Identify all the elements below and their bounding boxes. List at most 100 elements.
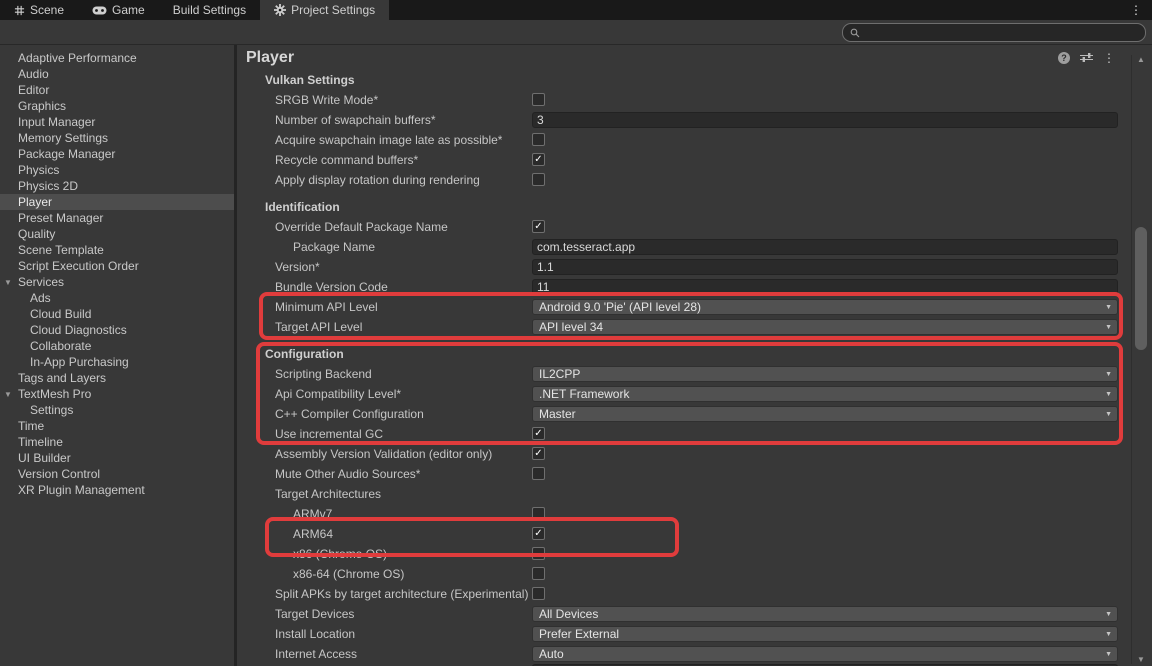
dropdown-c-compiler-configuration[interactable]: Master▼ <box>532 406 1118 422</box>
player-settings-panel: Player ?⋮ Vulkan SettingsSRGB Write Mode… <box>237 45 1152 666</box>
dropdown-value: API level 34 <box>539 320 603 334</box>
sidebar-item-ads[interactable]: Ads <box>0 290 234 306</box>
dropdown-value: Master <box>539 407 576 421</box>
checkbox-use-incremental-gc[interactable]: ✓ <box>532 427 545 440</box>
sidebar-item-xr-plugin-management[interactable]: XR Plugin Management <box>0 482 234 498</box>
scrollbar[interactable]: ▲ ▼ <box>1131 55 1150 664</box>
text-field-version[interactable]: 1.1 <box>532 259 1118 275</box>
row-label: Target Devices <box>275 607 354 621</box>
sidebar-item-label: Time <box>18 419 44 433</box>
sidebar-item-time[interactable]: Time <box>0 418 234 434</box>
row-label: SRGB Write Mode* <box>275 93 378 107</box>
help-icon[interactable]: ? <box>1058 52 1070 64</box>
tab-build-settings[interactable]: Build Settings <box>159 0 260 20</box>
sidebar-item-label: XR Plugin Management <box>18 483 145 497</box>
sidebar-item-audio[interactable]: Audio <box>0 66 234 82</box>
sidebar-item-services[interactable]: ▼Services <box>0 274 234 290</box>
checkbox-split-apks-by-target-architecture-experimental[interactable] <box>532 587 545 600</box>
sidebar-item-version-control[interactable]: Version Control <box>0 466 234 482</box>
sidebar-item-cloud-build[interactable]: Cloud Build <box>0 306 234 322</box>
settings-row-acquire-swapchain-image-late-as-possible: Acquire swapchain image late as possible… <box>237 130 1130 150</box>
row-label: x86-64 (Chrome OS) <box>293 567 404 581</box>
dropdown-value: Android 9.0 'Pie' (API level 28) <box>539 300 701 314</box>
text-field-bundle-version-code[interactable]: 11 <box>532 279 1118 295</box>
sidebar-item-player[interactable]: Player <box>0 194 234 210</box>
checkbox-arm64[interactable]: ✓ <box>532 527 545 540</box>
tab-game[interactable]: Game <box>78 0 159 20</box>
dropdown-value: .NET Framework <box>539 387 629 401</box>
sidebar-item-ui-builder[interactable]: UI Builder <box>0 450 234 466</box>
sidebar-item-timeline[interactable]: Timeline <box>0 434 234 450</box>
presets-icon[interactable] <box>1080 52 1093 63</box>
dropdown-install-location[interactable]: Prefer External▼ <box>532 626 1118 642</box>
text-field-package-name[interactable]: com.tesseract.app <box>532 239 1118 255</box>
foldout-icon[interactable]: ▼ <box>4 275 12 291</box>
checkbox-x86-64-chrome-os[interactable] <box>532 567 545 580</box>
checkbox-acquire-swapchain-image-late-as-possible[interactable] <box>532 133 545 146</box>
sidebar-item-scene-template[interactable]: Scene Template <box>0 242 234 258</box>
window-menu-icon[interactable]: ⋮ <box>1130 2 1142 18</box>
foldout-icon[interactable]: ▼ <box>4 387 12 403</box>
settings-row-assembly-version-validation-editor-only: Assembly Version Validation (editor only… <box>237 444 1130 464</box>
checkbox-assembly-version-validation-editor-only[interactable]: ✓ <box>532 447 545 460</box>
checkbox-apply-display-rotation-during-rendering[interactable] <box>532 173 545 186</box>
settings-row-override-default-package-name: Override Default Package Name✓ <box>237 217 1130 237</box>
dropdown-scripting-backend[interactable]: IL2CPP▼ <box>532 366 1118 382</box>
checkbox-srgb-write-mode[interactable] <box>532 93 545 106</box>
search-input[interactable] <box>864 26 1138 40</box>
sidebar-item-script-execution-order[interactable]: Script Execution Order <box>0 258 234 274</box>
settings-rows: Vulkan SettingsSRGB Write Mode*Number of… <box>237 70 1130 666</box>
text-field-number-of-swapchain-buffers[interactable]: 3 <box>532 112 1118 128</box>
sidebar-item-label: Adaptive Performance <box>18 51 137 65</box>
row-label: Version* <box>275 260 320 274</box>
checkbox-override-default-package-name[interactable]: ✓ <box>532 220 545 233</box>
settings-row-target-architectures: Target Architectures <box>237 484 1130 504</box>
sidebar-item-physics[interactable]: Physics <box>0 162 234 178</box>
scroll-up-icon[interactable]: ▲ <box>1132 55 1150 64</box>
settings-sidebar: Adaptive PerformanceAudioEditorGraphicsI… <box>0 45 237 666</box>
sidebar-item-memory-settings[interactable]: Memory Settings <box>0 130 234 146</box>
row-label: Target API Level <box>275 320 362 334</box>
sidebar-item-preset-manager[interactable]: Preset Manager <box>0 210 234 226</box>
search-box[interactable] <box>842 23 1146 42</box>
search-icon <box>850 28 860 38</box>
checkbox-armv7[interactable] <box>532 507 545 520</box>
checkbox-recycle-command-buffers[interactable]: ✓ <box>532 153 545 166</box>
checkbox-mute-other-audio-sources[interactable] <box>532 467 545 480</box>
sidebar-item-collaborate[interactable]: Collaborate <box>0 338 234 354</box>
tab-scene[interactable]: Scene <box>0 0 78 20</box>
row-label: Number of swapchain buffers* <box>275 113 436 127</box>
sidebar-item-cloud-diagnostics[interactable]: Cloud Diagnostics <box>0 322 234 338</box>
sidebar-item-label: Collaborate <box>30 339 91 353</box>
dropdown-internet-access[interactable]: Auto▼ <box>532 646 1118 662</box>
sidebar-item-adaptive-performance[interactable]: Adaptive Performance <box>0 50 234 66</box>
chevron-down-icon: ▼ <box>1105 391 1112 399</box>
sidebar-item-package-manager[interactable]: Package Manager <box>0 146 234 162</box>
sidebar-item-input-manager[interactable]: Input Manager <box>0 114 234 130</box>
sidebar-item-quality[interactable]: Quality <box>0 226 234 242</box>
sidebar-item-in-app-purchasing[interactable]: In-App Purchasing <box>0 354 234 370</box>
sidebar-item-label: Cloud Build <box>30 307 91 321</box>
scrollbar-thumb[interactable] <box>1135 227 1147 350</box>
dropdown-minimum-api-level[interactable]: Android 9.0 'Pie' (API level 28)▼ <box>532 299 1118 315</box>
row-label: Scripting Backend <box>275 367 372 381</box>
settings-row-x86-64-chrome-os: x86-64 (Chrome OS) <box>237 564 1130 584</box>
sidebar-item-graphics[interactable]: Graphics <box>0 98 234 114</box>
sidebar-item-physics-2d[interactable]: Physics 2D <box>0 178 234 194</box>
dropdown-api-compatibility-level[interactable]: .NET Framework ▼ <box>532 386 1118 402</box>
scroll-down-icon[interactable]: ▼ <box>1132 655 1150 664</box>
tab-project-settings[interactable]: Project Settings <box>260 0 389 20</box>
settings-row-install-location: Install LocationPrefer External▼ <box>237 624 1130 644</box>
dropdown-target-devices[interactable]: All Devices▼ <box>532 606 1118 622</box>
row-label: Mute Other Audio Sources* <box>275 467 420 481</box>
dropdown-target-api-level[interactable]: API level 34▼ <box>532 319 1118 335</box>
sidebar-item-settings[interactable]: Settings <box>0 402 234 418</box>
menu-icon[interactable]: ⋮ <box>1103 52 1115 64</box>
sidebar-item-tags-and-layers[interactable]: Tags and Layers <box>0 370 234 386</box>
sidebar-item-editor[interactable]: Editor <box>0 82 234 98</box>
dropdown-value: IL2CPP <box>539 367 580 381</box>
settings-row-x86-chrome-os: x86 (Chrome OS) <box>237 544 1130 564</box>
sidebar-item-label: Settings <box>30 403 73 417</box>
sidebar-item-textmesh-pro[interactable]: ▼TextMesh Pro <box>0 386 234 402</box>
checkbox-x86-chrome-os[interactable] <box>532 547 545 560</box>
